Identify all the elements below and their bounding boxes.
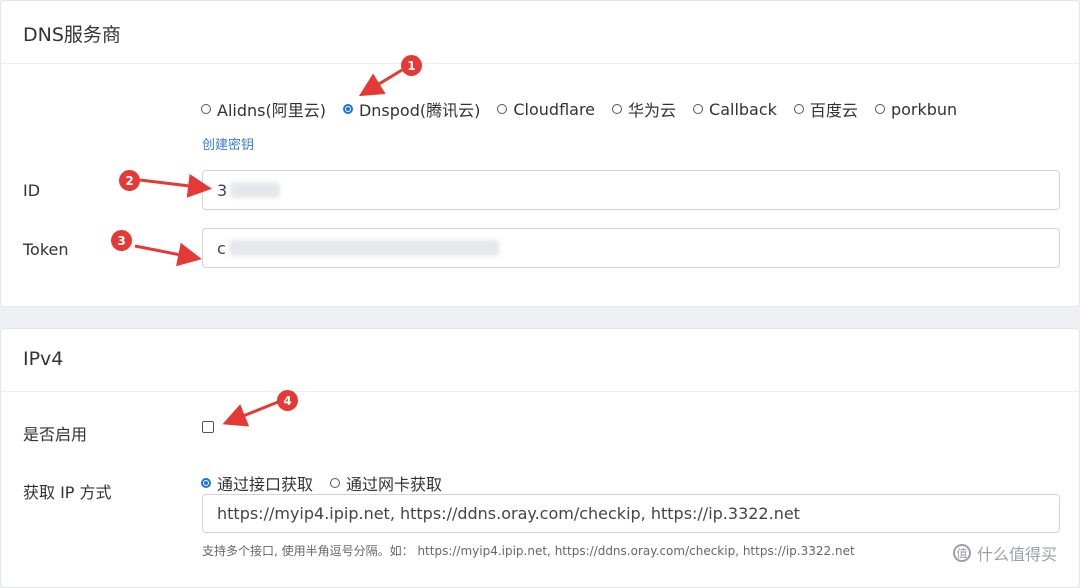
annotation-arrow-1	[358, 68, 403, 97]
annotation-arrows	[134, 68, 403, 427]
annotation-badge-1: 1	[401, 55, 422, 76]
annotation-arrow-3	[134, 242, 202, 267]
annotation-badge-3: 3	[111, 230, 132, 251]
annotation-arrow-4	[222, 400, 279, 427]
annotation-badge-2: 2	[119, 170, 140, 191]
annotation-arrow-2	[139, 173, 212, 198]
watermark-logo-icon: 值	[953, 544, 971, 562]
watermark: 值 什么值得买	[953, 541, 1057, 565]
annotation-badge-4: 4	[277, 390, 298, 411]
